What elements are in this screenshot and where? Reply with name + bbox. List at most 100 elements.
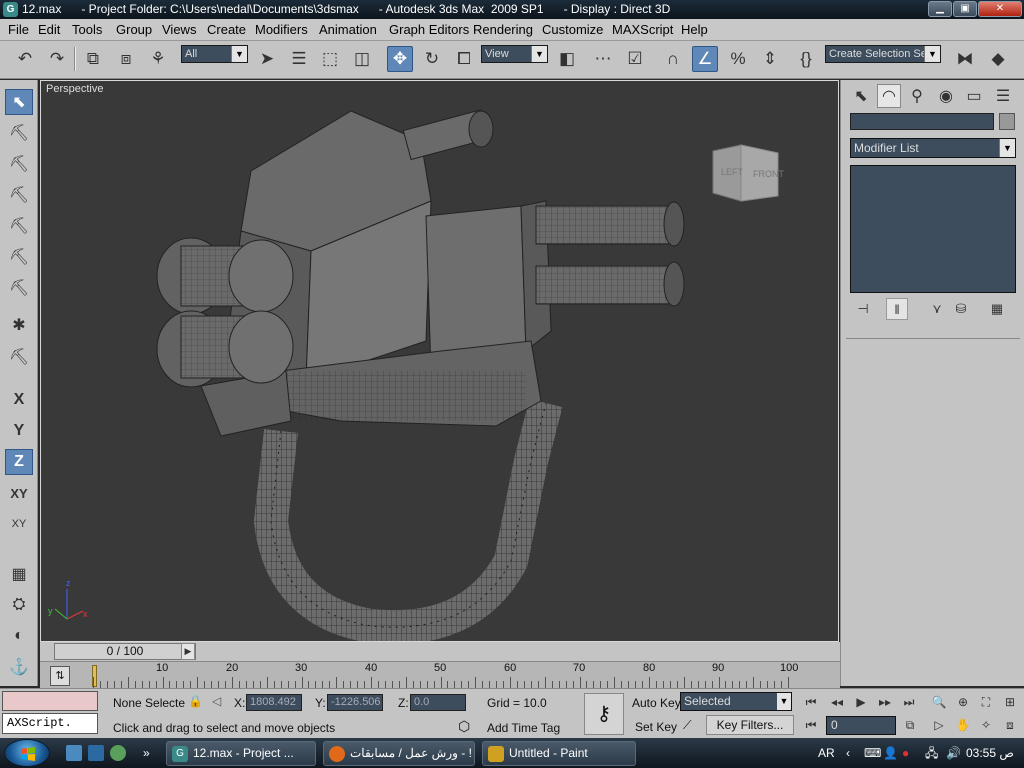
remove-modifier-icon[interactable]: ⛁ (950, 298, 972, 320)
menu-tools[interactable]: Tools (72, 22, 102, 37)
menu-create[interactable]: Create (207, 22, 246, 37)
object-name-field[interactable] (850, 113, 994, 130)
volume-icon[interactable]: 🔊 (946, 738, 961, 768)
time-configuration-icon[interactable]: ⧉ (899, 715, 921, 735)
axis-constraint-x[interactable]: X (5, 387, 33, 413)
quick-launch-overflow-icon[interactable]: » (143, 738, 150, 768)
keyboard-shortcut-override-icon[interactable]: ☑ (622, 46, 648, 72)
absolute-mode-icon[interactable]: ◁ (212, 694, 221, 708)
show-desktop-icon[interactable] (66, 745, 82, 761)
modify-tab-icon[interactable]: ◠ (877, 84, 901, 108)
current-frame-field[interactable]: 0 (826, 716, 896, 735)
hierarchy-tab-icon[interactable]: ⚲ (905, 84, 929, 108)
start-button[interactable] (4, 739, 50, 767)
menu-views[interactable]: Views (162, 22, 196, 37)
sphere-icon[interactable]: ◐ (5, 623, 33, 649)
select-and-rotate-icon[interactable]: ↻ (419, 46, 445, 72)
magnet-tool-icon[interactable]: ⛏ (5, 275, 33, 301)
select-by-name-icon[interactable]: ☰ (286, 46, 312, 72)
time-slider-thumb[interactable]: 0 / 100 (54, 643, 196, 660)
axis-constraint-z[interactable]: Z (5, 449, 33, 475)
magnet-tool-icon[interactable]: ⛏ (5, 120, 33, 146)
y-coord-field[interactable]: -1226.506 (327, 694, 383, 711)
taskbar-item-3dsmax[interactable]: G 12.max - Project ... (166, 741, 316, 766)
maximize-viewport-icon[interactable]: ⧈ (999, 715, 1021, 735)
pivot-center-icon[interactable]: ◧ (554, 46, 580, 72)
viewcube[interactable]: LEFT FRONT (712, 144, 784, 202)
x-coord-field[interactable]: 1808.492 (246, 694, 302, 711)
object-color-swatch[interactable] (999, 113, 1015, 130)
play-icon[interactable]: ▶ (850, 692, 872, 712)
reference-coordinate-dropdown[interactable]: View ▼ (481, 45, 548, 63)
menu-file[interactable]: File (8, 22, 29, 37)
messenger-icon[interactable] (110, 745, 126, 761)
make-unique-icon[interactable]: ⋎ (926, 298, 948, 320)
user-icon[interactable]: 👤 (883, 738, 898, 768)
redo-icon[interactable]: ↷ (44, 46, 70, 72)
maxscript-listener-output[interactable] (2, 691, 98, 711)
magnet-tool-icon[interactable]: ⛏ (5, 244, 33, 270)
zoom-extents-icon[interactable]: ⛶ (975, 692, 997, 712)
menu-help[interactable]: Help (681, 22, 708, 37)
display-tab-icon[interactable]: ▭ (962, 84, 986, 108)
menu-modifiers[interactable]: Modifiers (255, 22, 308, 37)
menu-group[interactable]: Group (116, 22, 152, 37)
motion-tab-icon[interactable]: ◉ (934, 84, 958, 108)
taskbar-item-paint[interactable]: Untitled - Paint (482, 741, 636, 766)
minimize-button[interactable]: ▁ (928, 1, 952, 17)
align-icon[interactable]: ◆ (985, 46, 1011, 72)
select-and-manipulate-icon[interactable]: ⋯ (590, 46, 616, 72)
zoom-icon[interactable]: 🔍 (928, 692, 950, 712)
switch-windows-icon[interactable] (88, 745, 104, 761)
viewcube-front-label[interactable]: FRONT (753, 169, 784, 179)
unlink-icon[interactable]: ⧈ (113, 46, 139, 72)
pan-view-icon[interactable]: ✋ (952, 715, 974, 735)
language-indicator[interactable]: AR (818, 738, 835, 768)
edit-named-selection-icon[interactable]: {} (793, 46, 819, 72)
menu-rendering[interactable]: Rendering (473, 22, 533, 37)
utilities-tab-icon[interactable]: ☰ (991, 84, 1015, 108)
keyboard-icon[interactable]: ⌨ (864, 738, 881, 768)
key-selection-dropdown[interactable]: Selected ▼ (680, 692, 792, 711)
axis-constraint-xy[interactable]: XY (5, 480, 33, 506)
clock[interactable]: 03:55 ص (966, 738, 1014, 768)
antivirus-icon[interactable]: ● (902, 738, 909, 768)
zoom-extents-all-icon[interactable]: ⊞ (999, 692, 1021, 712)
maxscript-listener-input[interactable]: AXScript. (2, 713, 98, 734)
tray-expand-icon[interactable]: ‹ (846, 738, 850, 768)
orbit-icon[interactable]: ✧ (975, 715, 997, 735)
snap-magnet-icon[interactable]: ✱ (5, 312, 33, 338)
weapon-model[interactable] (156, 109, 685, 437)
modifier-list-dropdown[interactable]: Modifier List ▼ (850, 138, 1016, 158)
track-bar[interactable]: ⇅ 10 20 30 40 50 60 70 80 90 100 (40, 661, 840, 688)
anvil-icon[interactable]: ⛭ (5, 592, 33, 618)
named-selection-set-dropdown[interactable]: Create Selection Set ▼ (825, 45, 941, 63)
go-to-start-icon[interactable]: ⏮ (800, 692, 822, 712)
viewcube-left-label[interactable]: LEFT (721, 167, 744, 177)
axis-constraint-y[interactable]: Y (5, 418, 33, 444)
hose-model[interactable] (253, 398, 563, 641)
add-time-tag[interactable]: Add Time Tag (487, 721, 560, 735)
hierarchy-box-icon[interactable]: ▦ (5, 561, 33, 587)
time-slider[interactable]: 0 / 100 ▶ (40, 642, 840, 661)
selection-filter-dropdown[interactable]: All ▼ (181, 45, 248, 63)
snaps-toggle-icon[interactable]: ∩ (660, 46, 686, 72)
configure-modifier-sets-icon[interactable]: ▦ (986, 298, 1008, 320)
menu-customize[interactable]: Customize (542, 22, 603, 37)
mini-curve-editor-icon[interactable]: ⇅ (50, 666, 70, 686)
zoom-all-icon[interactable]: ⊕ (952, 692, 974, 712)
previous-frame-icon[interactable]: ◂◂ (826, 692, 848, 712)
set-key-button[interactable]: Set Key (635, 720, 677, 734)
angle-snap-icon[interactable]: ∠ (692, 46, 718, 72)
select-tool-icon[interactable]: ⬉ (5, 89, 33, 115)
select-object-icon[interactable]: ➤ (254, 46, 280, 72)
auto-key-button[interactable]: Auto Key (632, 696, 681, 710)
network-icon[interactable]: 🖧 (925, 738, 938, 768)
default-in-out-tangent-icon[interactable]: ⟋ (683, 718, 691, 733)
show-end-result-icon[interactable]: ‖ (886, 298, 908, 320)
select-and-link-icon[interactable]: ⧉ (80, 46, 106, 72)
bind-space-warp-icon[interactable]: ⚘ (145, 46, 171, 72)
menu-graph-editors[interactable]: Graph Editors (389, 22, 469, 37)
pin-stack-icon[interactable]: ⊣ (852, 298, 874, 320)
create-tab-icon[interactable]: ⬉ (849, 84, 873, 108)
